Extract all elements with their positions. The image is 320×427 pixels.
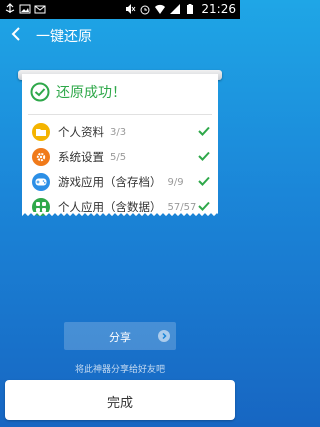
success-header: 还原成功！ bbox=[30, 82, 126, 102]
image-icon bbox=[19, 4, 31, 14]
alarm-icon bbox=[140, 5, 150, 15]
back-button[interactable] bbox=[6, 23, 26, 45]
divider bbox=[28, 114, 212, 115]
checkmark-icon bbox=[198, 151, 210, 161]
restore-result-receipt: 还原成功！ 个人资料 3/3 系统设置 5/5 游戏应用（含存档） 9/9 个人… bbox=[22, 74, 218, 216]
list-item-system-settings: 系统设置 5/5 bbox=[32, 147, 210, 167]
usb-icon bbox=[5, 3, 15, 13]
gamepad-icon bbox=[32, 173, 50, 191]
mute-icon bbox=[126, 4, 136, 14]
clock: 21:26 bbox=[201, 2, 236, 16]
chevron-right-icon bbox=[158, 330, 170, 342]
folder-icon bbox=[32, 123, 50, 141]
done-button[interactable]: 完成 bbox=[5, 380, 235, 420]
checkmark-icon bbox=[198, 126, 210, 136]
battery-icon bbox=[187, 4, 194, 14]
success-message: 还原成功！ bbox=[56, 85, 126, 101]
signal-icon bbox=[170, 4, 181, 14]
email-icon bbox=[34, 5, 46, 14]
page-title: 一键还原 bbox=[36, 29, 92, 45]
notification-icons bbox=[4, 3, 46, 15]
system-icons: 21:26 bbox=[124, 2, 236, 16]
share-hint: 将此神器分享给好友吧 bbox=[74, 365, 165, 375]
share-button[interactable]: 分享 bbox=[64, 322, 176, 350]
list-item-personal-data: 个人资料 3/3 bbox=[32, 122, 210, 142]
success-check-icon bbox=[30, 82, 50, 102]
status-bar: 21:26 bbox=[0, 0, 240, 19]
title-bar: 一键还原 bbox=[0, 19, 240, 49]
checkmark-icon bbox=[198, 201, 210, 211]
list-item-game-apps: 游戏应用（含存档） 9/9 bbox=[32, 172, 210, 192]
gear-icon bbox=[32, 148, 50, 166]
checkmark-icon bbox=[198, 176, 210, 186]
wifi-icon bbox=[155, 4, 166, 14]
back-arrow-icon bbox=[11, 27, 20, 41]
receipt-torn-edge bbox=[22, 212, 218, 218]
